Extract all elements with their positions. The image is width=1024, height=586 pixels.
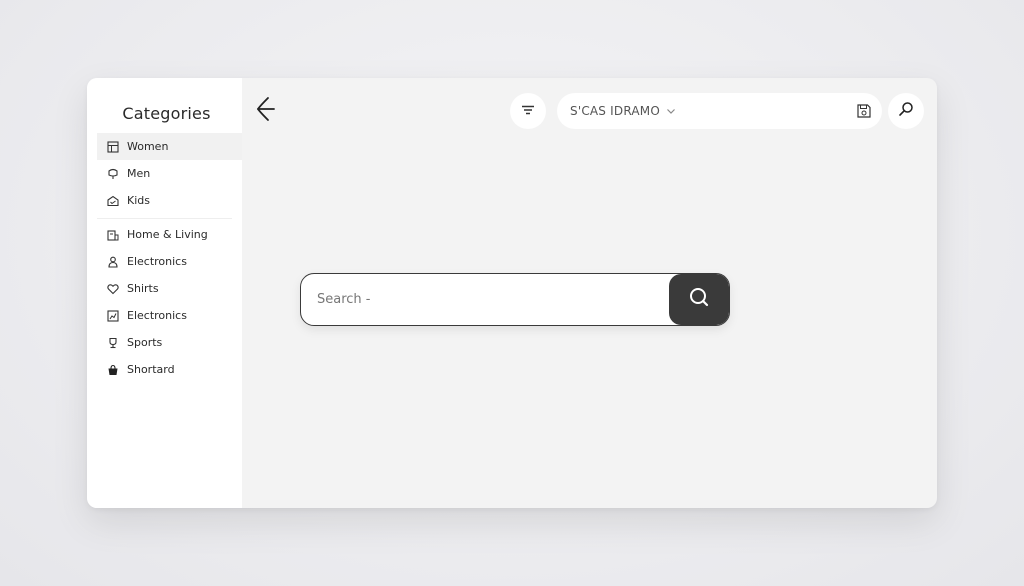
back-arrow-icon[interactable] xyxy=(254,96,278,122)
filter-button[interactable] xyxy=(510,93,546,129)
sidebar-item-label: Electronics xyxy=(127,255,187,268)
bag-icon xyxy=(106,363,120,377)
sidebar-item-electronics-2[interactable]: Electronics xyxy=(87,302,242,329)
chart-icon xyxy=(106,309,120,323)
heart-icon xyxy=(106,282,120,296)
sidebar-item-label: Women xyxy=(127,140,169,153)
header-search-button[interactable] xyxy=(888,93,924,129)
basket-icon xyxy=(106,194,120,208)
sidebar-item-kids[interactable]: Kids xyxy=(87,187,242,214)
trophy-icon xyxy=(106,336,120,350)
sidebar-item-sports[interactable]: Sports xyxy=(87,329,242,356)
category-list: Women Men Kids Home & Living Electronics… xyxy=(87,133,242,383)
categories-sidebar: Categories Women Men Kids Home & Living … xyxy=(87,78,242,508)
sidebar-item-label: Men xyxy=(127,167,151,180)
shirt-icon xyxy=(106,167,120,181)
sidebar-item-shortard[interactable]: Shortard xyxy=(87,356,242,383)
grid-icon xyxy=(106,140,120,154)
sidebar-item-shirts[interactable]: Shirts xyxy=(87,275,242,302)
sidebar-item-label: Shirts xyxy=(127,282,159,295)
search-bar xyxy=(300,273,730,326)
home-icon xyxy=(106,228,120,242)
sidebar-item-label: Electronics xyxy=(127,309,187,322)
sidebar-item-men[interactable]: Men xyxy=(87,160,242,187)
sidebar-item-home-living[interactable]: Home & Living xyxy=(87,221,242,248)
search-submit-button[interactable] xyxy=(669,274,729,325)
save-icon[interactable] xyxy=(856,103,872,119)
search-input[interactable] xyxy=(301,274,669,325)
store-select-value: S'CAS IDRAMO xyxy=(570,104,660,118)
person-icon xyxy=(106,255,120,269)
sidebar-item-label: Sports xyxy=(127,336,163,349)
main-content: S'CAS IDRAMO xyxy=(242,78,937,508)
store-select-dropdown[interactable]: S'CAS IDRAMO xyxy=(557,93,882,129)
sidebar-item-label: Kids xyxy=(127,194,150,207)
sidebar-item-women[interactable]: Women xyxy=(97,133,242,160)
sidebar-item-label: Shortard xyxy=(127,363,175,376)
sidebar-divider xyxy=(97,218,232,219)
chevron-down-icon xyxy=(666,106,676,116)
sidebar-title: Categories xyxy=(122,104,211,123)
search-icon xyxy=(687,285,711,314)
filter-icon xyxy=(521,102,535,120)
app-window: Categories Women Men Kids Home & Living … xyxy=(87,78,937,508)
sidebar-item-label: Home & Living xyxy=(127,228,208,241)
sidebar-item-electronics[interactable]: Electronics xyxy=(87,248,242,275)
search-icon xyxy=(898,101,914,122)
